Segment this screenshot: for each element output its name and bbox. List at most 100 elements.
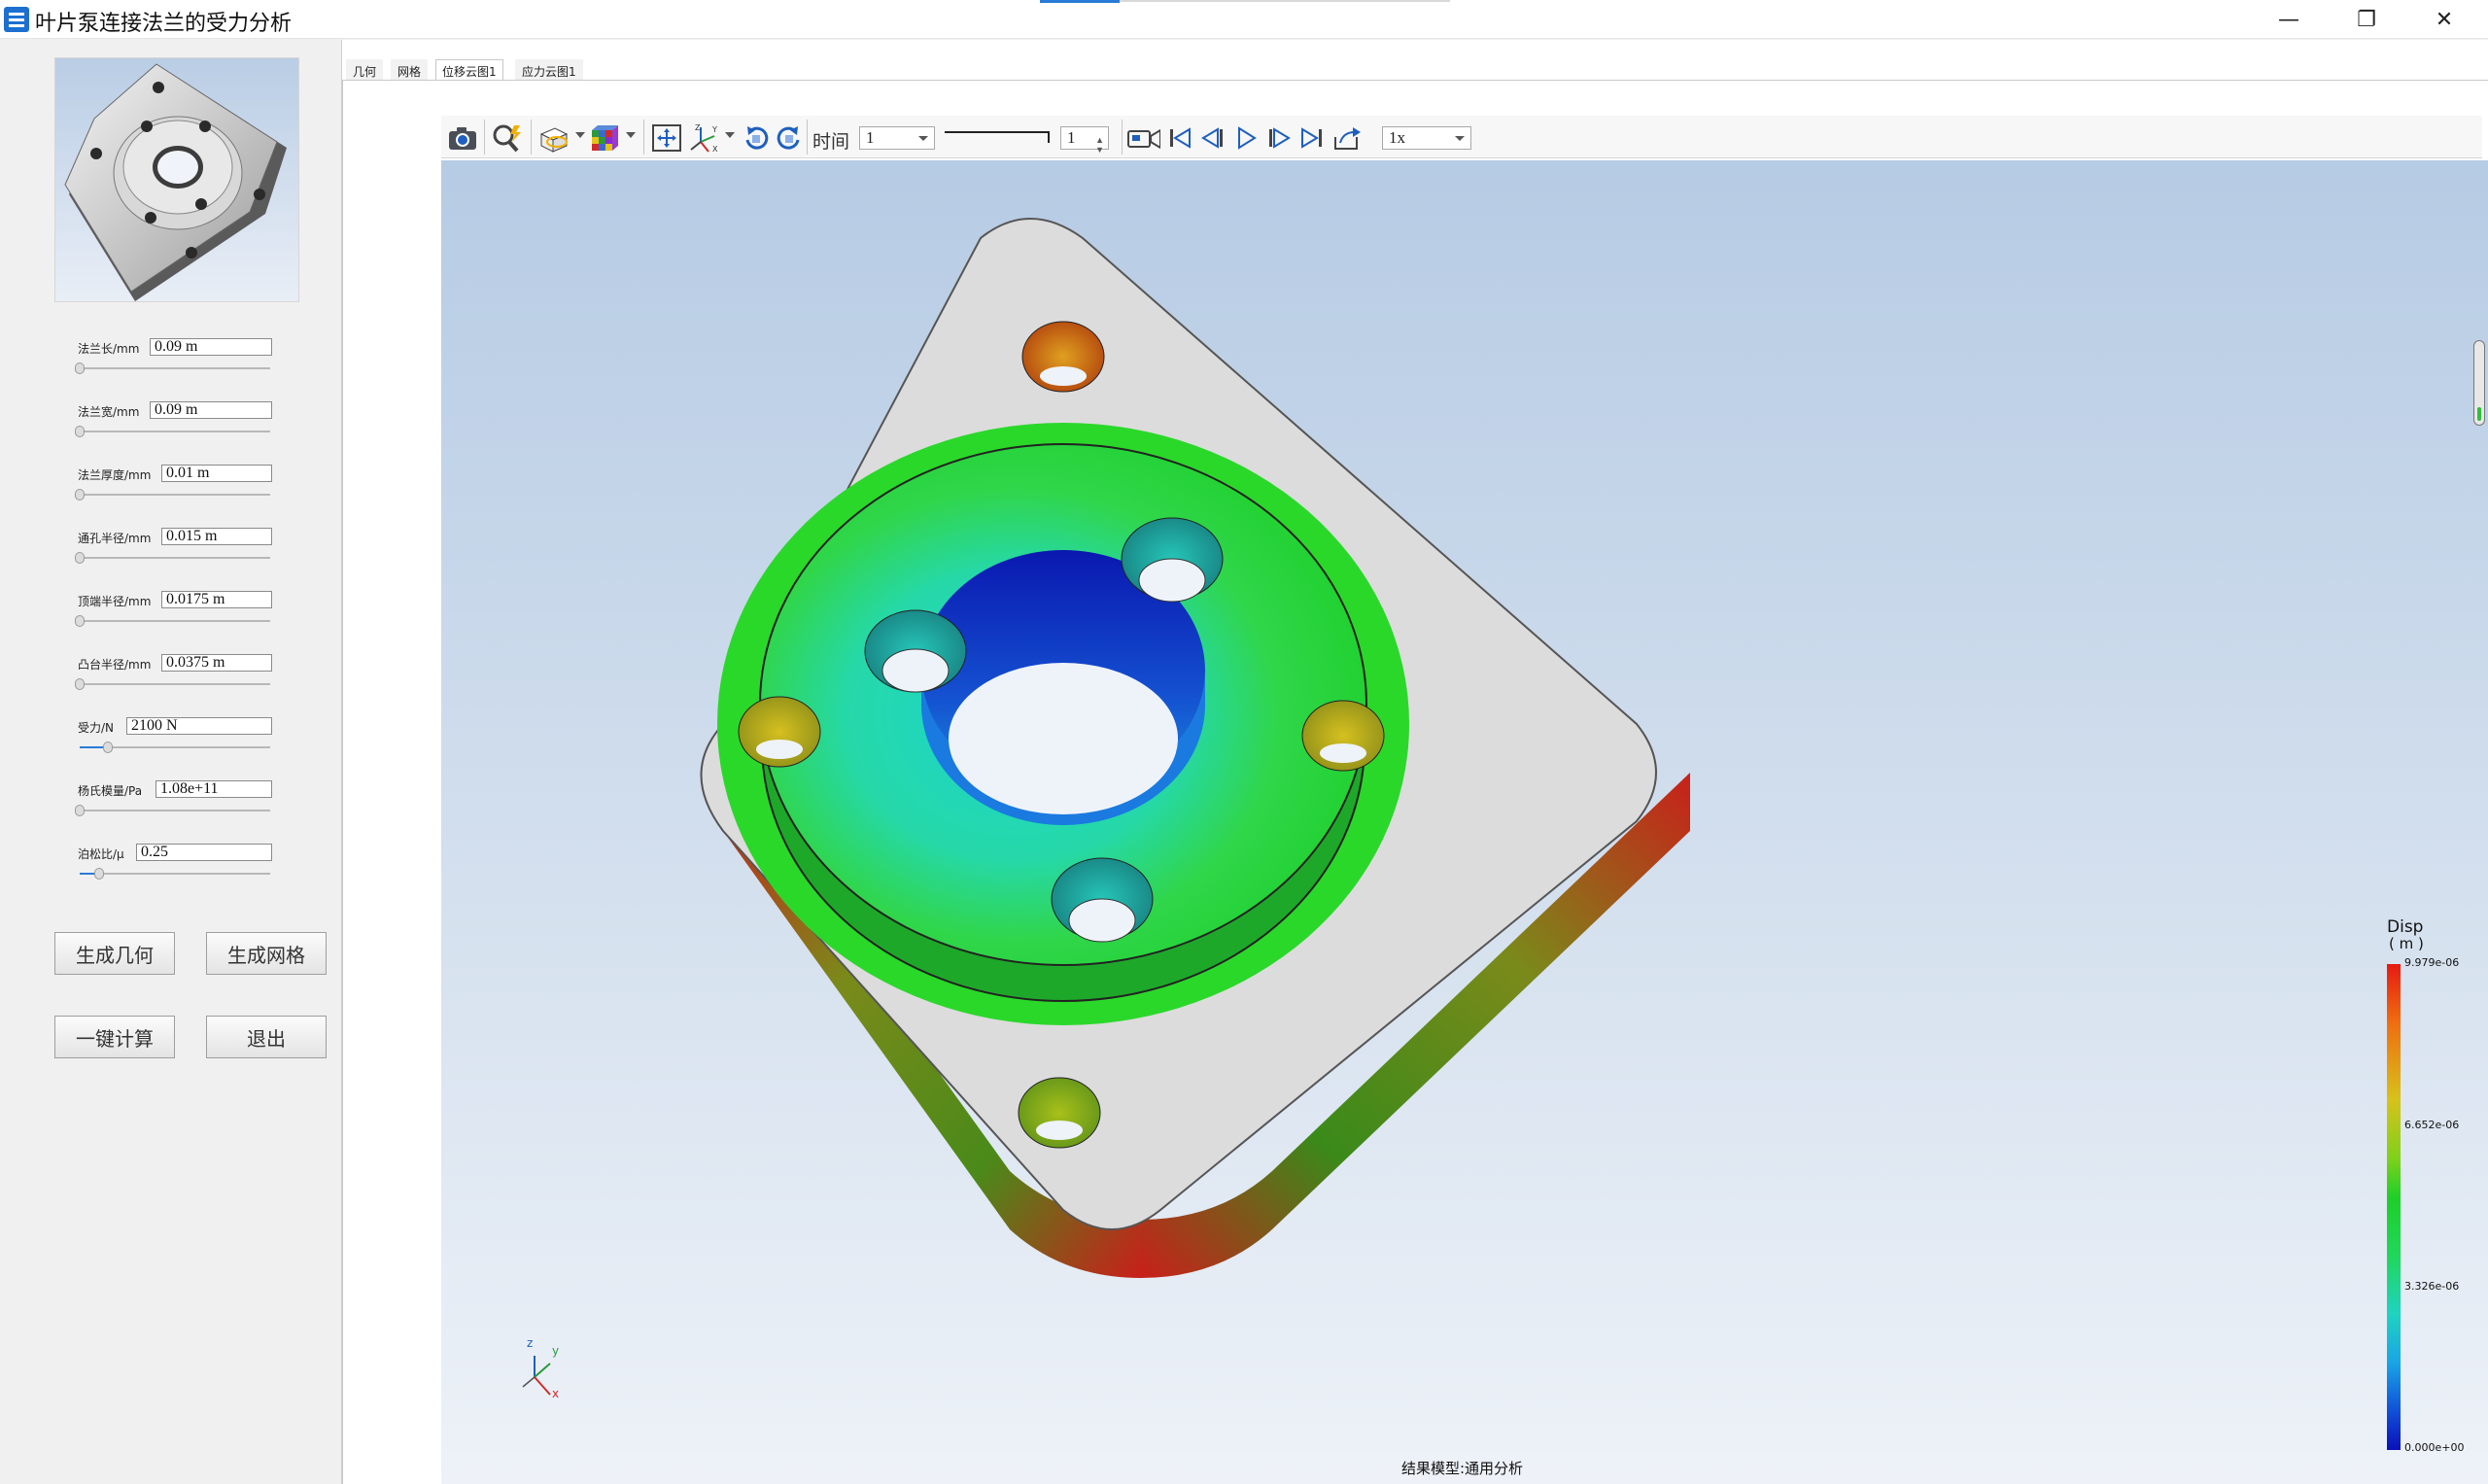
param-input[interactable]: 1.08e+11	[156, 780, 272, 798]
play-icon[interactable]	[1228, 121, 1263, 155]
tab-mesh[interactable]: 网格	[391, 59, 429, 81]
content-left-border	[342, 80, 343, 1484]
maximize-button[interactable]: ❐	[2328, 0, 2405, 39]
param-slider-thumb[interactable]	[75, 489, 85, 500]
param-slider-track[interactable]	[80, 431, 270, 432]
clip-dropdown-icon[interactable]	[575, 132, 585, 138]
param-row: 法兰宽/mm 0.09 m	[75, 401, 292, 462]
close-button[interactable]: ✕	[2405, 0, 2483, 39]
rotate-ccw-icon[interactable]	[772, 121, 807, 155]
param-slider-thumb[interactable]	[75, 362, 85, 374]
result-model-status: 结果模型:通用分析	[1401, 1460, 1524, 1477]
last-frame-icon[interactable]	[1295, 121, 1330, 155]
window-title: 叶片泵连接法兰的受力分析	[35, 12, 293, 36]
rotate-cw-icon[interactable]	[739, 121, 774, 155]
time-select[interactable]: 1	[859, 126, 935, 150]
export-animation-icon[interactable]	[1330, 121, 1365, 155]
next-frame-icon[interactable]	[1261, 121, 1296, 155]
param-row: 杨氏模量/Pa 1.08e+11	[75, 780, 292, 841]
param-label: 受力/N	[78, 721, 115, 735]
title-accent-bar	[1040, 0, 1120, 3]
time-label: 时间	[812, 132, 850, 153]
time-select-arrow-icon	[918, 136, 928, 141]
param-input[interactable]: 0.25	[136, 844, 272, 861]
spin-down-icon[interactable]: ▼	[1095, 139, 1104, 160]
param-slider-track[interactable]	[80, 557, 270, 559]
tab-geometry[interactable]: 几何	[346, 59, 384, 81]
axis-z-label: z	[527, 1336, 534, 1350]
param-input[interactable]: 0.09 m	[150, 338, 272, 356]
param-input[interactable]: 0.01 m	[161, 465, 272, 482]
time-slider-end	[1048, 131, 1050, 143]
param-slider-track[interactable]	[80, 494, 270, 496]
generate-mesh-button[interactable]: 生成网格	[206, 932, 327, 975]
speed-select-value: 1x	[1389, 128, 1405, 147]
param-slider-thumb[interactable]	[75, 552, 85, 564]
param-slider-thumb[interactable]	[75, 678, 85, 690]
param-input[interactable]: 0.0375 m	[161, 654, 272, 672]
param-slider-track[interactable]	[80, 810, 270, 811]
first-frame-icon[interactable]	[1162, 121, 1197, 155]
param-slider-track[interactable]	[80, 620, 270, 622]
param-slider-thumb[interactable]	[103, 742, 113, 753]
param-slider-thumb[interactable]	[75, 426, 85, 437]
main-area: 几何 网格 位移云图1 应力云图1 Z Y X 时间 1 1 ▲ ▼ 1x z …	[342, 40, 2488, 1484]
toolbar-separator	[807, 120, 808, 155]
exit-button[interactable]: 退出	[206, 1016, 327, 1058]
param-row: 通孔半径/mm 0.015 m	[75, 528, 292, 588]
axis-dropdown-icon[interactable]	[725, 132, 735, 138]
minimize-button[interactable]: —	[2250, 0, 2328, 39]
title-bar: 叶片泵连接法兰的受力分析 — ❐ ✕	[0, 0, 2488, 39]
app-logo-icon	[4, 7, 29, 32]
axis-view-icon[interactable]: Z Y X	[686, 121, 721, 155]
previous-frame-icon[interactable]	[1195, 121, 1230, 155]
param-slider-thumb[interactable]	[75, 615, 85, 627]
color-dropdown-icon[interactable]	[626, 132, 636, 138]
param-input[interactable]: 2100 N	[126, 717, 272, 735]
3d-viewport[interactable]: z y x	[441, 160, 2488, 1484]
svg-text:X: X	[712, 145, 718, 154]
param-row: 顶端半径/mm 0.0175 m	[75, 591, 292, 651]
time-select-value: 1	[866, 128, 875, 147]
param-label: 通孔半径/mm	[78, 532, 152, 545]
param-slider-track[interactable]	[80, 873, 270, 875]
toolbar-separator	[531, 120, 532, 155]
param-label: 法兰宽/mm	[78, 405, 140, 419]
fit-view-icon[interactable]	[649, 121, 684, 155]
time-slider-track[interactable]	[945, 131, 1050, 133]
one-click-compute-button[interactable]: 一键计算	[54, 1016, 175, 1058]
tab-stress-contour[interactable]: 应力云图1	[515, 59, 583, 81]
param-input[interactable]: 0.015 m	[161, 528, 272, 545]
flange-displacement-model[interactable]	[441, 160, 2488, 1484]
generate-geometry-button[interactable]: 生成几何	[54, 932, 175, 975]
param-slider-track[interactable]	[80, 683, 270, 685]
tab-displacement-contour[interactable]: 位移云图1	[435, 59, 503, 81]
flange-preview-icon	[64, 63, 287, 301]
tab-bar: 几何 网格 位移云图1 应力云图1	[342, 59, 2488, 81]
clip-plane-icon[interactable]	[536, 121, 571, 155]
title-divider	[1120, 0, 1450, 2]
record-video-icon[interactable]	[1125, 121, 1160, 155]
tab-content-border	[342, 80, 2488, 81]
param-slider-thumb[interactable]	[94, 868, 104, 880]
zoom-search-icon[interactable]	[490, 121, 525, 155]
legend-tick-min: 0.000e+00	[2404, 1441, 2465, 1454]
color-cube-icon[interactable]	[587, 121, 622, 155]
viewport-scroll-handle[interactable]	[2473, 340, 2485, 426]
param-slider-track[interactable]	[80, 367, 270, 369]
speed-select-arrow-icon	[1455, 136, 1465, 141]
parameter-panel: 法兰长/mm 0.09 m 法兰宽/mm 0.09 m 法兰厚度/mm 0.01 m 通孔半…	[0, 40, 342, 1484]
param-input[interactable]: 0.0175 m	[161, 591, 272, 608]
screenshot-camera-icon[interactable]	[445, 121, 480, 155]
param-input[interactable]: 0.09 m	[150, 401, 272, 419]
param-label: 杨氏模量/Pa	[78, 784, 143, 798]
toolbar-separator	[1122, 120, 1123, 155]
param-row: 泊松比/μ 0.25	[78, 844, 292, 904]
axis-x-label: x	[552, 1387, 560, 1400]
frame-spinbox[interactable]: 1 ▲ ▼	[1060, 126, 1109, 155]
param-row: 凸台半径/mm 0.0375 m	[75, 654, 292, 714]
param-label: 法兰厚度/mm	[78, 468, 152, 482]
param-slider-thumb[interactable]	[75, 805, 85, 816]
svg-text:Y: Y	[711, 125, 717, 134]
speed-select[interactable]: 1x	[1382, 126, 1471, 150]
